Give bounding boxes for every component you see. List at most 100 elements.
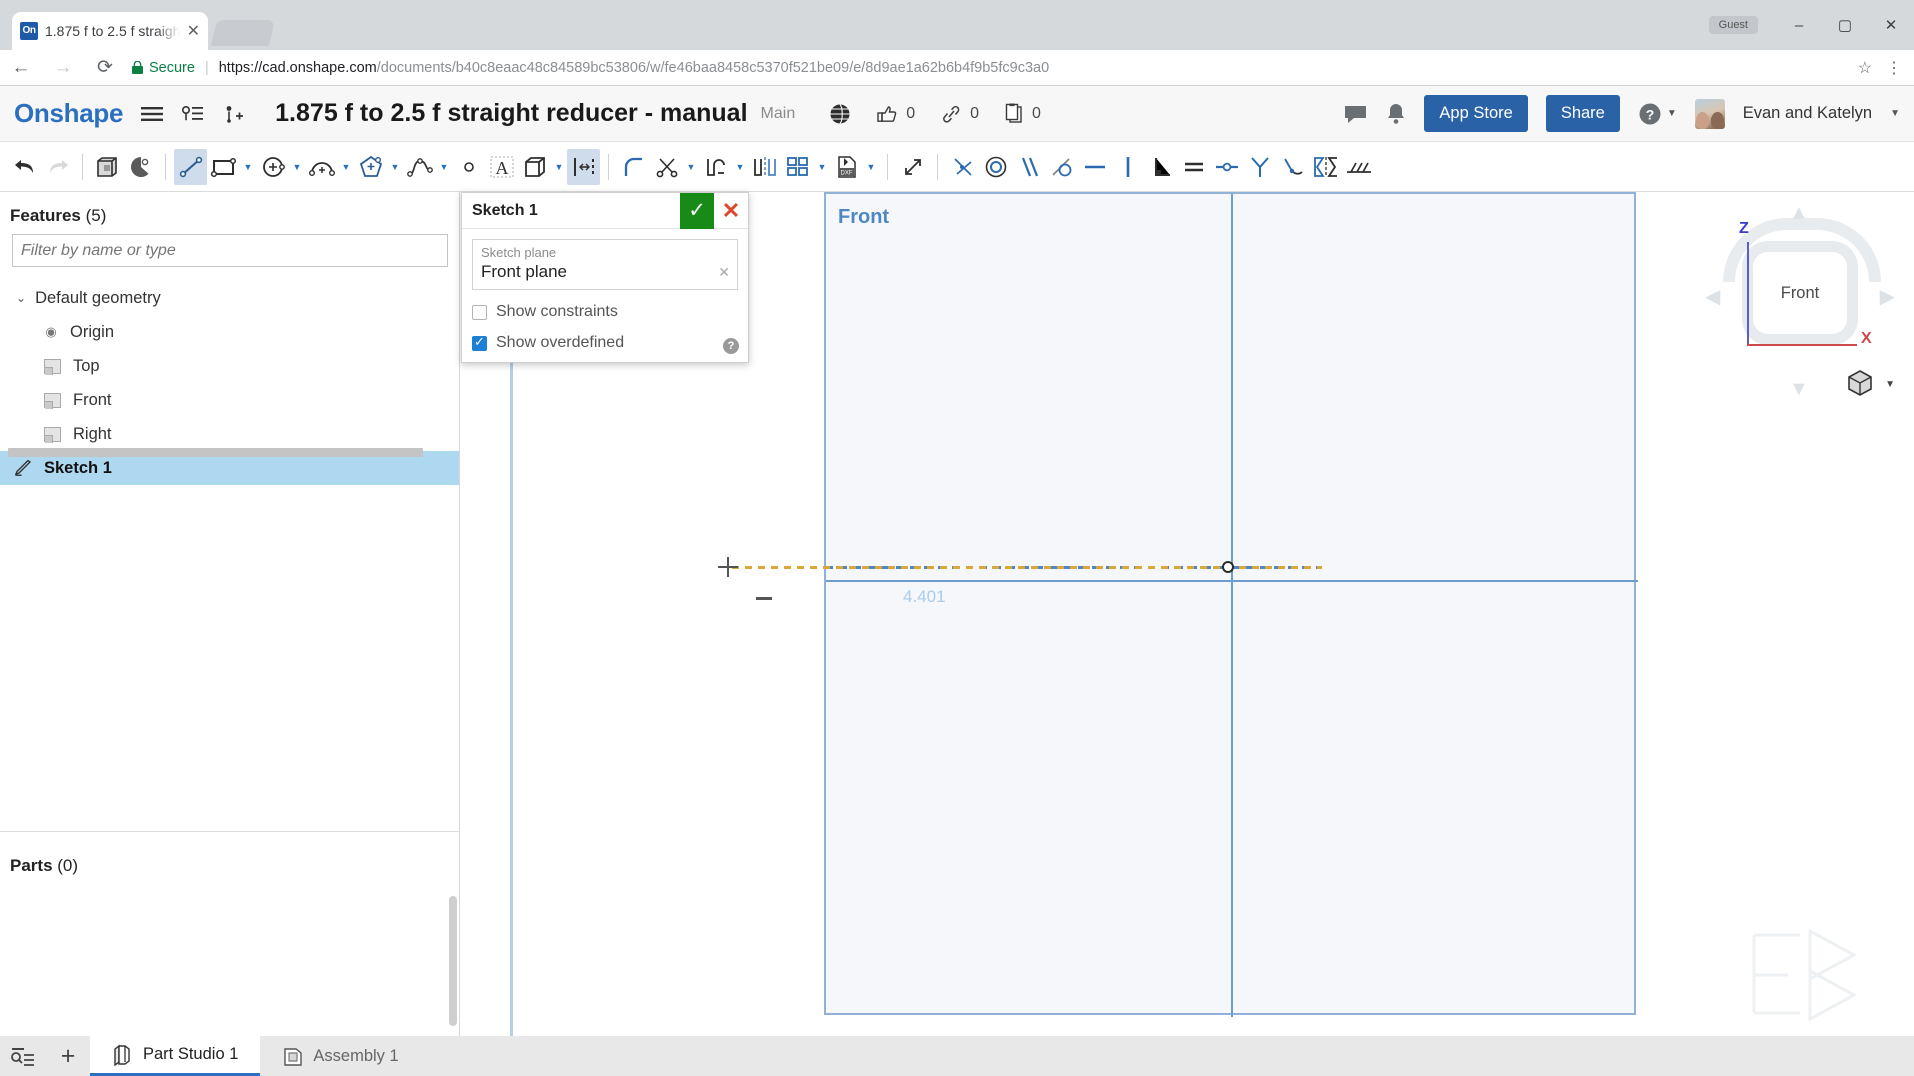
copies-count[interactable]: 0 [1005,103,1041,124]
transform-tool-icon[interactable] [896,149,929,185]
perpendicular-constraint-icon[interactable] [1144,149,1177,185]
tab-list-icon[interactable] [0,1036,46,1076]
construction-geometry-icon[interactable] [1342,149,1375,185]
point-tool-icon[interactable] [452,149,485,185]
document-title[interactable]: 1.875 f to 2.5 f straight reducer - manu… [275,99,747,128]
normal-constraint-icon[interactable] [1243,149,1276,185]
view-arrow-up-icon[interactable]: ▲ [1789,202,1809,225]
line-tool-icon[interactable] [174,148,207,185]
circle-tool-chevron-down-icon[interactable]: ▼ [289,149,305,185]
back-icon[interactable]: ← [0,51,42,85]
show-constraints-row[interactable]: Show constraints [472,303,738,321]
tree-item-origin[interactable]: ◉ Origin [0,315,459,349]
tree-item-front[interactable]: Front [0,383,459,417]
origin-point[interactable] [1222,561,1234,573]
maximize-icon[interactable]: ▢ [1822,8,1868,42]
spline-tool-icon[interactable] [403,149,436,185]
concentric-constraint-icon[interactable] [979,149,1012,185]
browser-tab[interactable]: On 1.875 f to 2.5 f straight re ✕ [12,12,208,50]
help-icon[interactable]: ? [723,338,739,354]
symmetric-constraint-icon[interactable] [1309,149,1342,185]
onshape-logo[interactable]: Onshape [14,98,123,129]
accept-button[interactable]: ✓ [680,192,714,229]
version-graph-icon[interactable] [181,105,205,123]
links-count[interactable]: 0 [941,104,979,124]
tab-assembly-1[interactable]: Assembly 1 [260,1036,420,1076]
view-arrow-left-icon[interactable]: ◀ [1705,284,1720,309]
branch-label[interactable]: Main [761,105,796,123]
show-overdefined-checkbox[interactable] [472,334,487,351]
close-window-icon[interactable]: ✕ [1868,8,1914,42]
coincident-constraint-icon[interactable] [946,149,979,185]
dimension-tool-icon[interactable] [567,148,600,185]
sketch-icon[interactable] [91,149,124,185]
clear-plane-icon[interactable]: ✕ [718,264,730,281]
polygon-tool-chevron-down-icon[interactable]: ▼ [387,149,403,185]
fillet-tool-icon[interactable] [617,149,650,185]
view-cube-chevron-down-icon[interactable]: ▼ [1885,379,1895,390]
extend-tool-chevron-down-icon[interactable]: ▼ [732,149,748,185]
show-overdefined-row[interactable]: Show overdefined [472,334,738,352]
tree-item-top[interactable]: Top [0,349,459,383]
tangent-constraint-icon[interactable] [1045,149,1078,185]
circle-tool-icon[interactable] [256,149,289,185]
hamburger-icon[interactable] [141,106,164,122]
chevron-down-icon[interactable]: ⌄ [16,291,26,305]
new-tab-button[interactable] [210,20,276,46]
vertical-constraint-icon[interactable] [1111,149,1144,185]
panel-scrollbar[interactable] [449,896,457,1026]
trim-tool-chevron-down-icon[interactable]: ▼ [683,149,699,185]
feature-tree-rollback-bar[interactable] [8,448,423,457]
app-store-button[interactable]: App Store [1424,95,1528,132]
user-name-label[interactable]: Evan and Katelyn [1743,104,1872,123]
globe-icon[interactable] [829,103,851,125]
mirror-tool-icon[interactable] [748,149,781,185]
spline-tool-chevron-down-icon[interactable]: ▼ [436,149,452,185]
polygon-tool-icon[interactable] [354,149,387,185]
sketch-plane-field[interactable]: Sketch plane Front plane ✕ [472,239,738,290]
view-cube-icon[interactable] [1845,368,1875,398]
rectangle-tool-icon[interactable] [207,149,240,185]
insert-icon[interactable] [223,105,245,123]
profile-guest-chip[interactable]: Guest [1708,16,1758,34]
comment-icon[interactable] [1343,103,1368,125]
trim-tool-icon[interactable] [650,149,683,185]
likes-count[interactable]: 0 [877,104,915,124]
dxf-import-icon[interactable]: DXF [830,149,863,185]
parallel-constraint-icon[interactable] [1012,149,1045,185]
use-project-chevron-down-icon[interactable]: ▼ [551,149,567,185]
pattern-tool-icon[interactable] [781,149,814,185]
text-tool-icon[interactable]: A [485,149,518,185]
curvature-constraint-icon[interactable] [1276,149,1309,185]
dxf-import-chevron-down-icon[interactable]: ▼ [863,149,879,185]
filter-input[interactable] [12,234,448,267]
horizontal-constraint-icon[interactable] [1078,149,1111,185]
tab-part-studio-1[interactable]: Part Studio 1 [90,1036,261,1076]
arc-tool-chevron-down-icon[interactable]: ▼ [338,149,354,185]
bookmark-star-icon[interactable]: ☆ [1858,58,1872,78]
add-tab-button[interactable]: + [46,1036,90,1076]
avatar[interactable] [1694,98,1725,129]
view-cube[interactable]: ▲ ▼ ◀ ▶ Front Z X ▼ [1701,200,1901,410]
bell-icon[interactable] [1386,103,1406,125]
browser-menu-icon[interactable]: ⋮ [1886,58,1902,78]
undo-icon[interactable] [8,149,41,185]
use-project-icon[interactable] [518,149,551,185]
view-arrow-right-icon[interactable]: ▶ [1880,284,1895,309]
midpoint-constraint-icon[interactable] [1210,149,1243,185]
front-plane-boundary[interactable]: Front [824,192,1638,1017]
url-input[interactable]: Secure | https://cad.onshape.com /docume… [132,51,1858,85]
view-cube-face[interactable]: Front [1753,252,1847,334]
extend-tool-icon[interactable] [699,149,732,185]
reload-icon[interactable]: ⟳ [84,51,126,85]
pattern-tool-chevron-down-icon[interactable]: ▼ [814,149,830,185]
view-arrow-down-icon[interactable]: ▼ [1789,378,1809,401]
dimension-label[interactable]: 4.401 [903,587,946,607]
sketch-dimension-pac-icon[interactable] [124,149,157,185]
tree-item-right[interactable]: Right [0,417,459,451]
user-menu-chevron-icon[interactable]: ▼ [1890,108,1900,119]
minimize-icon[interactable]: – [1776,8,1822,42]
cancel-button[interactable]: ✕ [714,193,748,229]
close-tab-icon[interactable]: ✕ [187,21,200,41]
arc-tool-icon[interactable] [305,149,338,185]
